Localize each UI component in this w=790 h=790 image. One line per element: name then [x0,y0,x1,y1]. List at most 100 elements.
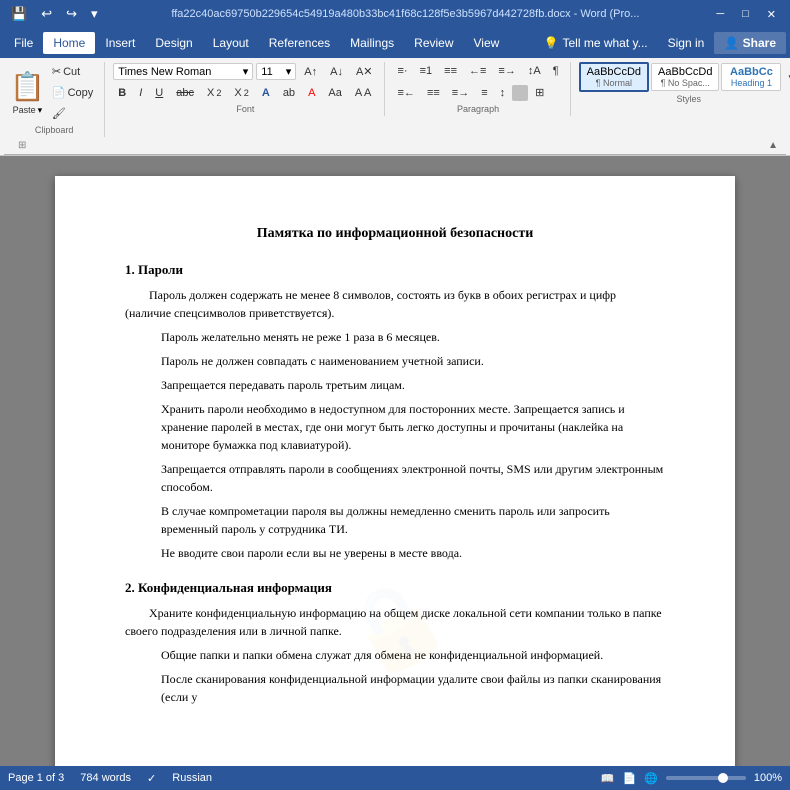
section-1-para-4: Хранить пароли необходимо в недоступном … [161,400,665,454]
section-2-para-1: Общие папки и папки обмена служат для об… [161,646,665,664]
menu-view[interactable]: View [464,32,510,54]
zoom-slider[interactable] [666,776,746,780]
clear-format-button[interactable]: A✕ [351,62,378,81]
font-label: Font [236,104,254,114]
styles-group: AaBbCcDd ¶ Normal AaBbCcDd ¶ No Spac... … [573,62,790,106]
strikethrough-button[interactable]: abc [171,84,199,102]
document-area: 🔒 Памятка по информационной безопасности… [0,156,790,766]
clipboard-group: 📋 Paste ▾ ✂ Cut 📄 Copy 🖌 Clipboard [4,62,105,137]
copy-icon: 📄 [52,86,66,99]
view-web-icon[interactable]: 🌐 [644,772,658,785]
justify-button[interactable]: ≡ [476,84,492,102]
style-normal[interactable]: AaBbCcDd ¶ Normal [579,62,649,92]
section-1-para-0: Пароль должен содержать не менее 8 симво… [125,286,665,322]
undo-icon[interactable]: ↩ [38,4,55,24]
menu-home[interactable]: Home [43,32,95,54]
font-size-dropdown-icon: ▾ [286,65,292,78]
decrease-indent-button[interactable]: ←≡ [464,62,491,80]
paste-dropdown[interactable]: ▾ [38,105,43,116]
minimize-button[interactable]: ─ [710,6,730,22]
language-indicator[interactable]: Russian [172,772,212,784]
signin-button[interactable]: Sign in [658,32,715,54]
redo-icon[interactable]: ↪ [63,4,80,24]
share-button[interactable]: 👤 Share [714,32,786,54]
font-size-aa-button[interactable]: A A [350,84,377,102]
document-page[interactable]: 🔒 Памятка по информационной безопасности… [55,176,735,766]
title-bar: 💾 ↩ ↪ ▾ ffa22c40ac69750b229654c54919a480… [0,0,790,28]
align-left-button[interactable]: ≡← [393,84,420,102]
save-icon[interactable]: 💾 [8,4,30,24]
borders-button[interactable]: ⊞ [530,83,549,102]
font-size-value: 11 [261,66,272,78]
align-right-button[interactable]: ≡→ [447,84,474,102]
numbering-button[interactable]: ≡1 [415,62,438,80]
section-1-para-1: Пароль желательно менять не реже 1 раза … [161,328,665,346]
underline-button[interactable]: U [150,84,168,102]
style-nospace-preview: AaBbCcDd [658,66,712,78]
style-nospace[interactable]: AaBbCcDd ¶ No Spac... [651,63,719,91]
menu-layout[interactable]: Layout [203,32,259,54]
paste-label: Paste [13,105,36,116]
change-case-button[interactable]: Aa [323,84,346,102]
align-center-button[interactable]: ≡≡ [422,84,445,102]
lightbulb-icon: 💡 [544,36,559,50]
font-color-button[interactable]: A [303,84,320,102]
styles-label: Styles [677,94,702,104]
multilevel-button[interactable]: ≡≡ [439,62,462,80]
paste-area: 📋 Paste ▾ [10,70,45,116]
close-button[interactable]: ✕ [761,6,782,23]
spell-check-icon[interactable]: ✓ [147,772,156,785]
maximize-button[interactable]: □ [736,6,755,22]
shading-button[interactable] [512,85,528,101]
line-spacing-button[interactable]: ↕ [495,84,511,102]
document-title: ffa22c40ac69750b229654c54919a480b33bc41f… [101,8,711,20]
menu-references[interactable]: References [259,32,340,54]
document-main-title: Памятка по информационной безопасности [125,226,665,242]
sort-button[interactable]: ↕A [523,62,546,80]
tell-me-input[interactable]: 💡 Tell me what y... [534,32,658,54]
menu-design[interactable]: Design [145,32,202,54]
customize-icon[interactable]: ▾ [88,4,101,24]
zoom-level: 100% [754,772,782,784]
bullets-button[interactable]: ≡· [393,62,413,80]
menu-file[interactable]: File [4,32,43,54]
font-dropdown-icon: ▾ [243,65,249,78]
section-1-para-3: Запрещается передавать пароль третьим ли… [161,376,665,394]
view-layout-icon[interactable]: 📄 [622,772,636,785]
status-right: 📖 📄 🌐 100% [601,772,782,785]
cut-button[interactable]: ✂ Cut [47,62,98,81]
section-2-para-2: После сканирования конфиденциальной инфо… [161,670,665,706]
subscript-button[interactable]: X2 [202,84,226,102]
section-1-para-2: Пароль не должен совпадать с наименовани… [161,352,665,370]
status-bar: Page 1 of 3 784 words ✓ Russian 📖 📄 🌐 10… [0,766,790,790]
copy-button[interactable]: 📄 Copy [47,83,98,102]
collapse-ribbon-button[interactable]: ▲ [764,140,782,151]
style-heading1[interactable]: AaBbCc Heading 1 [721,63,781,91]
menu-review[interactable]: Review [404,32,463,54]
bold-button[interactable]: B [113,84,131,102]
show-formatting-button[interactable]: ¶ [548,62,564,80]
section-1-heading: 1. Пароли [125,262,665,278]
italic-button[interactable]: I [134,84,147,102]
clipboard-label: Clipboard [35,125,74,135]
view-read-icon[interactable]: 📖 [601,772,615,785]
paste-icon[interactable]: 📋 [10,70,45,103]
format-painter-button[interactable]: 🖌 [47,104,98,123]
font-size-selector[interactable]: 11 ▾ [256,63,296,80]
more-styles-button[interactable]: ▾ [783,68,790,87]
text-effects-button[interactable]: A [257,84,275,102]
section-1-para-6: В случае компрометации пароля вы должны … [161,502,665,538]
font-name-selector[interactable]: Times New Roman ▾ [113,63,253,80]
section-2-para-0: Храните конфиденциальную информацию на о… [125,604,665,640]
ribbon: 📋 Paste ▾ ✂ Cut 📄 Copy 🖌 Clipboard [0,58,790,156]
menu-insert[interactable]: Insert [95,32,145,54]
increase-font-button[interactable]: A↑ [299,63,322,81]
menu-mailings[interactable]: Mailings [340,32,404,54]
brush-icon: 🖌 [52,107,66,120]
styles-section: AaBbCcDd ¶ Normal AaBbCcDd ¶ No Spac... … [579,62,790,92]
decrease-font-button[interactable]: A↓ [325,63,348,81]
highlight-button[interactable]: ab [278,84,300,102]
section-1-para-7: Не вводите свои пароли если вы не уверен… [161,544,665,562]
increase-indent-button[interactable]: ≡→ [493,62,520,80]
superscript-button[interactable]: X2 [229,84,253,102]
